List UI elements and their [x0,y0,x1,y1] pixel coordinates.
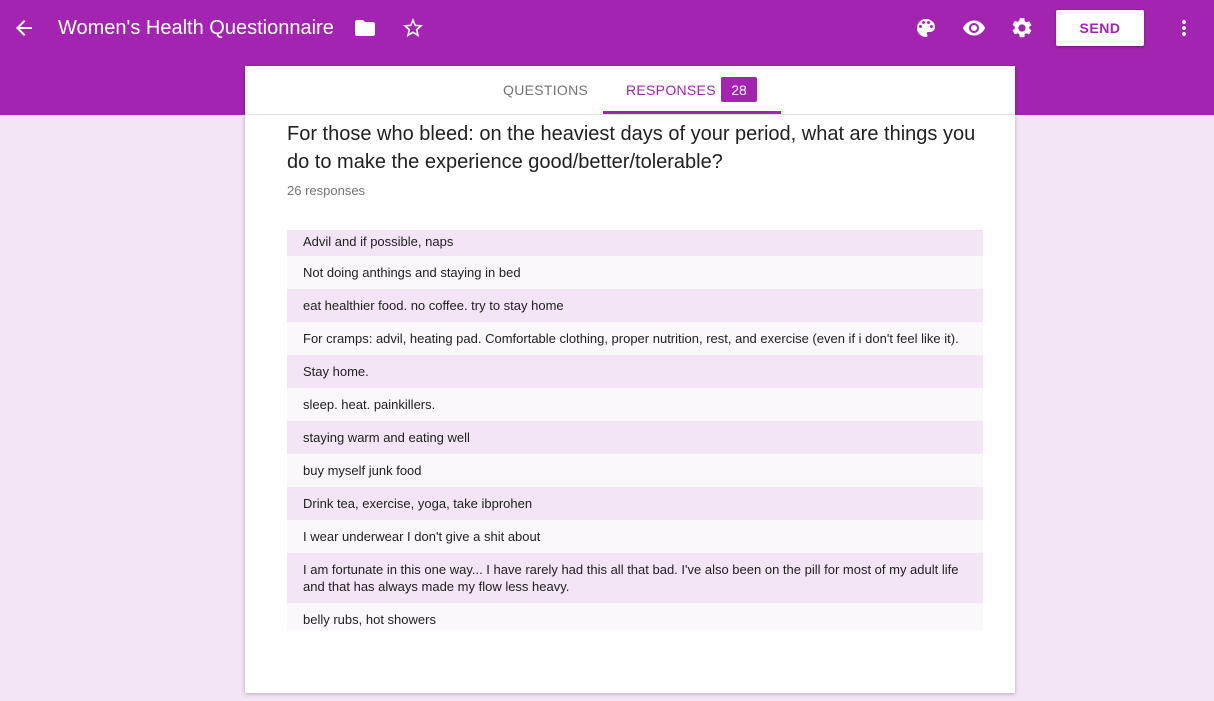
list-item: I wear underwear I don't give a shit abo… [287,520,983,553]
more-vert-icon[interactable] [1172,16,1196,40]
responses-card: QUESTIONS RESPONSES 28 For those who ble… [245,66,1015,693]
star-icon[interactable] [401,16,425,40]
list-item: buy myself junk food [287,454,983,487]
list-item: Not doing anthings and staying in bed [287,256,983,289]
list-item: For cramps: advil, heating pad. Comforta… [287,322,983,355]
palette-icon[interactable] [914,16,938,40]
list-item: Stay home. [287,355,983,388]
question-title: For those who bleed: on the heaviest day… [287,123,976,173]
list-item: sleep. heat. painkillers. [287,388,983,421]
eye-icon[interactable] [962,16,986,40]
list-item: belly rubs, hot showers [287,603,983,630]
list-item: eat healthier food. no coffee. try to st… [287,289,983,322]
folder-icon[interactable] [353,16,377,40]
arrow-back-icon[interactable] [12,16,36,40]
form-title: Women's Health Questionnaire [58,17,334,39]
tab-responses[interactable]: RESPONSES [626,66,716,114]
list-item: Drink tea, exercise, yoga, take ibprohen [287,487,983,520]
responses-count-badge: 28 [721,77,757,102]
active-tab-indicator [603,111,781,114]
list-item: I am fortunate in this one way... I have… [287,553,983,603]
gear-icon[interactable] [1010,16,1034,40]
response-count: 26 responses [287,183,366,198]
tab-bar: QUESTIONS RESPONSES 28 [245,66,1015,115]
list-item: Advil and if possible, naps [287,230,983,256]
response-list[interactable]: Advil and if possible, naps Not doing an… [287,230,983,630]
send-button[interactable]: SEND [1056,10,1144,46]
tab-questions[interactable]: QUESTIONS [503,66,588,114]
list-item: staying warm and eating well [287,421,983,454]
